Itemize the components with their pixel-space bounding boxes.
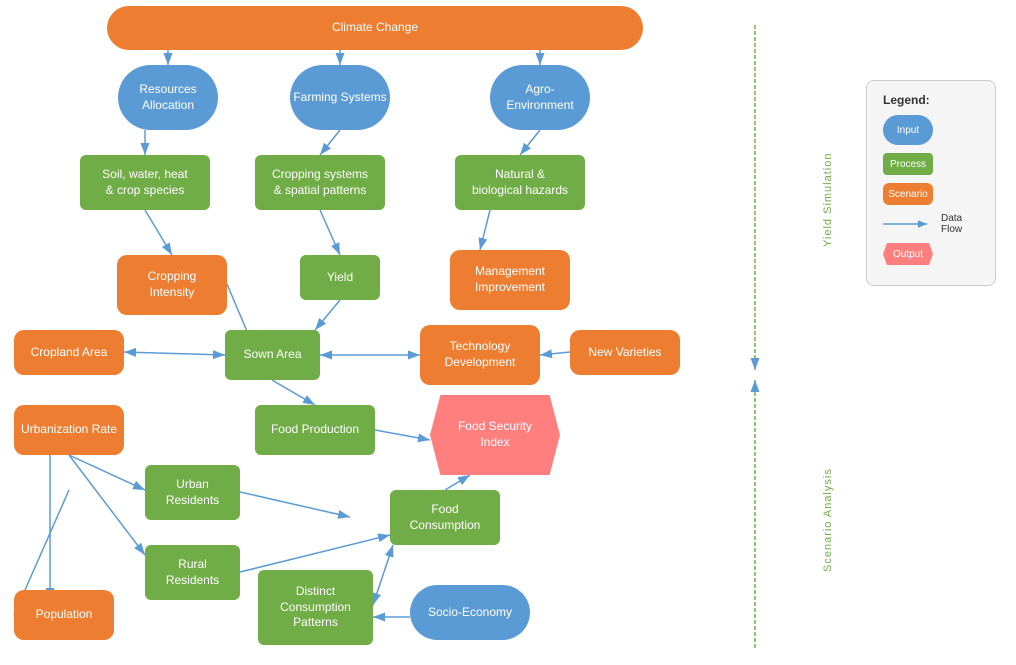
cropland-area-node: Cropland Area — [14, 330, 124, 375]
urban-residents-label: Urban Residents — [166, 477, 219, 508]
soil-water-label: Soil, water, heat & crop species — [102, 167, 187, 198]
legend-flow-arrow — [883, 217, 933, 231]
natural-hazards-node: Natural & biological hazards — [455, 155, 585, 210]
legend-flow-label: Data Flow — [941, 213, 962, 235]
legend-process-item: Process — [883, 153, 979, 175]
resources-allocation-label: Resources Allocation — [139, 82, 196, 113]
legend-output-item: Output — [883, 243, 979, 265]
new-varieties-node: New Varieties — [570, 330, 680, 375]
technology-development-label: Technology Development — [445, 339, 516, 370]
population-label: Population — [36, 607, 93, 623]
legend-output-label: Output — [893, 249, 923, 260]
cropping-systems-label: Cropping systems & spatial patterns — [272, 167, 368, 198]
socio-economy-node: Socio-Economy — [410, 585, 530, 640]
legend-input-item: Input — [883, 115, 979, 145]
food-security-index-label: Food Security Index — [458, 419, 532, 450]
management-improvement-label: Management Improvement — [475, 264, 545, 295]
rural-residents-node: Rural Residents — [145, 545, 240, 600]
cropping-systems-node: Cropping systems & spatial patterns — [255, 155, 385, 210]
food-security-index-node: Food Security Index — [430, 395, 560, 475]
legend-output-shape: Output — [883, 243, 933, 265]
yield-simulation-label: Yield Simulation — [822, 30, 834, 370]
yield-label: Yield — [327, 270, 353, 286]
legend-title: Legend: — [883, 93, 979, 107]
legend-input-label: Input — [897, 125, 919, 136]
agro-environment-node: Agro- Environment — [490, 65, 590, 130]
legend-flow-item: Data Flow — [883, 213, 979, 235]
farming-systems-node: Farming Systems — [290, 65, 390, 130]
diagram-container: Climate Change Resources Allocation Farm… — [0, 0, 1016, 665]
new-varieties-label: New Varieties — [588, 345, 661, 361]
rural-residents-label: Rural Residents — [166, 557, 219, 588]
urbanization-rate-label: Urbanization Rate — [21, 422, 117, 438]
food-production-node: Food Production — [255, 405, 375, 455]
agro-environment-label: Agro- Environment — [506, 82, 573, 113]
distinct-consumption-node: Distinct Consumption Patterns — [258, 570, 373, 645]
legend-scenario-item: Scenario — [883, 183, 979, 205]
legend-scenario-shape: Scenario — [883, 183, 933, 205]
management-improvement-node: Management Improvement — [450, 250, 570, 310]
farming-systems-label: Farming Systems — [293, 90, 386, 106]
legend-input-shape: Input — [883, 115, 933, 145]
natural-hazards-label: Natural & biological hazards — [472, 167, 568, 198]
cropland-area-label: Cropland Area — [31, 345, 108, 361]
legend-process-label: Process — [890, 159, 926, 170]
urban-residents-node: Urban Residents — [145, 465, 240, 520]
legend-process-shape: Process — [883, 153, 933, 175]
resources-allocation-node: Resources Allocation — [118, 65, 218, 130]
sown-area-label: Sown Area — [243, 347, 301, 363]
socio-economy-label: Socio-Economy — [428, 605, 512, 621]
sown-area-node: Sown Area — [225, 330, 320, 380]
soil-water-node: Soil, water, heat & crop species — [80, 155, 210, 210]
urbanization-rate-node: Urbanization Rate — [14, 405, 124, 455]
food-consumption-node: Food Consumption — [390, 490, 500, 545]
technology-development-node: Technology Development — [420, 325, 540, 385]
cropping-intensity-node: Cropping Intensity — [117, 255, 227, 315]
scenario-analysis-label: Scenario Analysis — [822, 390, 834, 650]
legend-scenario-label: Scenario — [888, 189, 927, 200]
climate-change-node: Climate Change — [107, 6, 643, 50]
legend-box: Legend: Input Process Scenario — [866, 80, 996, 286]
food-production-label: Food Production — [271, 422, 359, 438]
cropping-intensity-label: Cropping Intensity — [148, 269, 197, 300]
distinct-consumption-label: Distinct Consumption Patterns — [280, 584, 351, 631]
food-consumption-label: Food Consumption — [410, 502, 481, 533]
yield-node: Yield — [300, 255, 380, 300]
population-node: Population — [14, 590, 114, 640]
climate-change-label: Climate Change — [332, 20, 418, 36]
